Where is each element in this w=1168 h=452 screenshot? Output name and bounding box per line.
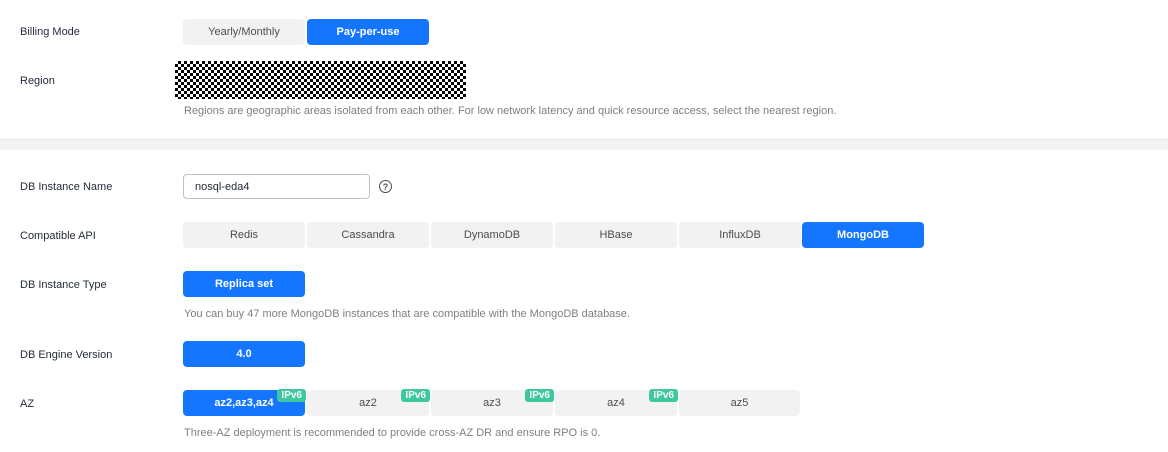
instance-type-label: DB Instance Type xyxy=(20,279,107,291)
az-option-name: az2,az3,az4 xyxy=(214,397,274,409)
engine-version-label: DB Engine Version xyxy=(20,349,113,361)
compatible-api-label: Compatible API xyxy=(20,230,96,242)
az-option-name: az4 xyxy=(607,397,625,409)
ipv6-badge: IPv6 xyxy=(525,389,554,402)
az-option-az2-az3-az4[interactable]: az2,az3,az4 IPv6 xyxy=(183,389,306,416)
az-option-name: az2 xyxy=(359,397,377,409)
billing-option-yearly-monthly[interactable]: Yearly/Monthly xyxy=(183,19,305,45)
az-hint: Three-AZ deployment is recommended to pr… xyxy=(184,427,601,439)
region-selector-redacted[interactable] xyxy=(175,61,466,99)
api-option-hbase[interactable]: HBase xyxy=(555,222,677,248)
region-label: Region xyxy=(20,75,55,87)
az-label: AZ xyxy=(20,398,35,410)
api-option-mongodb[interactable]: MongoDB xyxy=(802,222,924,248)
api-option-cassandra[interactable]: Cassandra xyxy=(307,222,429,248)
section-divider xyxy=(0,139,1168,150)
instance-type-replica-set[interactable]: Replica set xyxy=(183,271,305,297)
ipv6-badge: IPv6 xyxy=(277,389,306,402)
api-option-dynamodb[interactable]: DynamoDB xyxy=(431,222,553,248)
billing-option-pay-per-use[interactable]: Pay-per-use xyxy=(307,19,429,45)
billing-mode-label: Billing Mode xyxy=(20,26,80,38)
api-option-influxdb[interactable]: InfluxDB xyxy=(679,222,801,248)
ipv6-badge: IPv6 xyxy=(401,389,430,402)
instance-name-input[interactable] xyxy=(183,174,370,199)
az-option-name: az3 xyxy=(483,397,501,409)
help-icon[interactable]: ? xyxy=(379,180,392,193)
az-option-az5[interactable]: az5 xyxy=(679,390,800,416)
region-hint: Regions are geographic areas isolated fr… xyxy=(184,105,837,117)
engine-version-4-0[interactable]: 4.0 xyxy=(183,341,305,367)
az-option-az4[interactable]: az4 IPv6 xyxy=(555,389,678,416)
ipv6-badge: IPv6 xyxy=(649,389,678,402)
instance-type-hint: You can buy 47 more MongoDB instances th… xyxy=(184,308,630,320)
az-option-name: az5 xyxy=(730,397,749,409)
api-option-redis[interactable]: Redis xyxy=(183,222,305,248)
az-option-az2[interactable]: az2 IPv6 xyxy=(307,389,430,416)
az-option-az3[interactable]: az3 IPv6 xyxy=(431,389,554,416)
instance-name-label: DB Instance Name xyxy=(20,181,113,193)
